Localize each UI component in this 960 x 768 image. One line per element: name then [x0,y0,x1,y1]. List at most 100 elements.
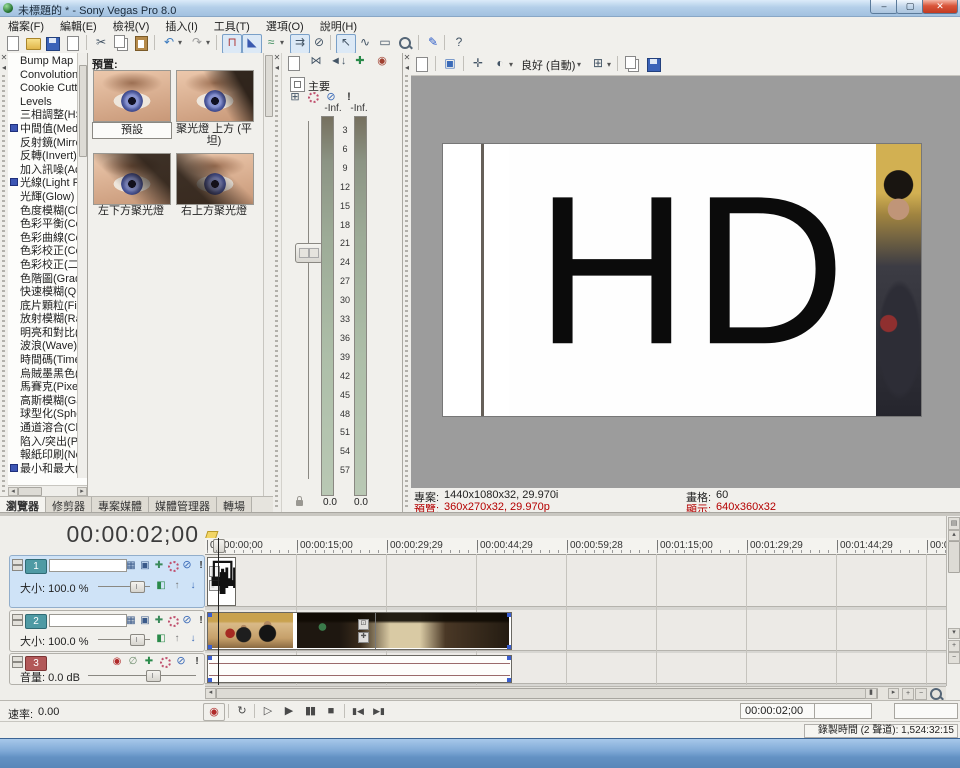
make-compositing-parent-icon[interactable]: ↓ [186,632,200,645]
video-output-fx-icon[interactable]: ✛ [469,55,487,73]
effects-list-item[interactable]: Levels [10,96,78,110]
scrollbar-thumb[interactable] [948,541,960,573]
effects-list-item[interactable]: 最小和最大(M [10,463,78,477]
cut-icon[interactable]: ✂ [92,34,110,52]
ruler-cursor-handle[interactable] [213,539,225,553]
copy-icon[interactable] [112,34,130,52]
close-pane-icon[interactable]: ✕ [403,53,411,62]
paste-icon[interactable] [132,34,150,52]
play-from-start-button[interactable]: ▷ [258,703,278,719]
undo-dropdown-icon[interactable]: ▾ [178,38,182,47]
dock-tab-3[interactable]: 媒體管理器 [149,497,217,513]
zoom-edge-handle[interactable]: ▮ [865,688,877,699]
lock-fader-icon[interactable] [296,500,303,506]
automation-settings-gear-icon[interactable] [158,655,172,668]
track-name-input[interactable] [49,559,127,572]
redo-icon[interactable]: ↷ [188,34,206,52]
effects-list-item[interactable]: 色彩校正(Col [10,245,78,259]
playhead-cursor[interactable] [218,538,219,685]
new-project-icon[interactable] [4,34,22,52]
track-volume-slider[interactable] [88,675,196,676]
preset-label-default[interactable]: 預設 [92,122,172,139]
split-screen-dropdown-icon[interactable]: ▾ [509,60,513,69]
track-motion-icon[interactable]: ▣ [138,559,152,572]
effects-list-item[interactable]: 色度模糊(Ch [10,205,78,219]
video-event-hd[interactable]: HD ⊡ ✚ [207,557,236,606]
effects-list-item[interactable]: 色彩平衡(Col [10,218,78,232]
track-header-1[interactable]: 1 ▦ ▣ ✚ ⊘ ! 大小: 100.0 % ◧ ↑ ↓ [9,555,205,608]
track-header-3[interactable]: 3 ◉ ∅ ✚ ⊘ ! 音量: 0.0 dB [9,653,205,685]
scrollbar-thumb[interactable] [265,55,273,117]
downmix-output-icon[interactable]: ◄↓ [330,54,346,70]
make-compositing-child-icon[interactable]: ↑ [170,632,184,645]
effects-list-item[interactable]: 明亮和對比(B [10,327,78,341]
track-motion-icon[interactable]: ▣ [138,614,152,627]
scrollbar-thumb[interactable] [18,487,42,496]
effects-list-item[interactable]: Convolution [10,69,78,83]
track-minimize-icon[interactable] [12,559,22,571]
save-icon[interactable] [44,34,62,52]
collapse-pane-icon[interactable]: ◂ [0,63,8,72]
ripple-dropdown-icon[interactable]: ▾ [280,38,284,47]
scroll-down-icon[interactable]: ▾ [948,628,960,639]
master-fader-handle[interactable] [295,243,323,263]
slider-thumb[interactable] [146,670,161,682]
effects-list-item[interactable]: 球型化(Sphe [10,408,78,422]
record-bus-icon[interactable]: ◉ [374,54,390,70]
slider-thumb[interactable] [130,634,145,646]
lock-envelopes-icon[interactable]: ⇉ [290,34,310,54]
zoom-out-track-height-icon[interactable]: − [948,652,960,664]
timeline-vscrollbar[interactable]: ▤ ▴ ▾ + − [946,516,960,686]
undo-icon[interactable]: ↶ [160,34,178,52]
pan-fader-icon[interactable]: ⊞ [287,90,303,106]
preview-quality-dropdown[interactable]: 良好 (自動) [521,57,575,73]
effects-list-item[interactable]: 陷入/突出(Pi [10,436,78,450]
maximize-button[interactable]: ▢ [896,0,924,14]
effects-list-item[interactable]: 色彩校正(二 [10,259,78,273]
normal-edit-tool-icon[interactable]: ↖ [336,34,356,54]
track-fx-icon[interactable]: ✚ [152,559,166,572]
auto-ripple-icon[interactable]: ◣ [242,34,262,54]
enable-snapping-icon[interactable]: ⊓ [222,34,242,54]
envelope-icon[interactable]: ≈ [262,34,280,52]
effects-list-item[interactable]: Bump Map [10,55,78,69]
slider-thumb[interactable] [130,581,145,593]
preset-thumbnail-top-right[interactable] [176,153,254,205]
split-screen-view-icon[interactable]: ◐ [491,55,509,73]
zoom-in-track-height-icon[interactable]: + [948,640,960,652]
timeline-timecode-display[interactable]: 00:00:02;00 [66,521,199,548]
mute-icon[interactable]: ⊘ [174,655,188,668]
effects-list-item[interactable]: 報紙印刷(Ne [10,449,78,463]
insert-assignable-fx-icon[interactable]: ✚ [352,54,368,70]
scrollbar-thumb[interactable] [216,688,878,699]
pen-tool-icon[interactable]: ✎ [424,34,442,52]
selection-length-field[interactable] [894,703,958,719]
mute-icon[interactable]: ⊘ [180,559,194,572]
stop-button[interactable]: ■ [321,703,341,719]
record-button[interactable]: ◉ [203,703,225,721]
cursor-timecode-field[interactable]: 00:00:02;00 [740,703,816,719]
master-fader-track[interactable] [308,121,309,479]
dock-tab-2[interactable]: 專案媒體 [92,497,149,513]
loop-playback-button[interactable]: ↻ [232,703,252,719]
zoom-tool-icon[interactable] [396,34,414,52]
save-snapshot-icon[interactable] [645,55,663,73]
make-compositing-parent-icon[interactable]: ↓ [186,579,200,592]
invert-phase-icon[interactable]: ∅ [126,655,140,668]
track-header-2[interactable]: 2 ▦ ▣ ✚ ⊘ ! 大小: 100.0 % ◧ ↑ ↓ [9,610,205,652]
overlay-dropdown-icon[interactable]: ▾ [607,60,611,69]
scroll-right-icon[interactable]: ▸ [77,487,87,496]
effects-list-item[interactable]: 通道溶合(Ch [10,422,78,436]
track-fx-icon[interactable]: ✚ [152,614,166,627]
title-bar[interactable]: 未標題的 * - Sony Vegas Pro 8.0 ‒ ▢ ✕ [0,0,960,17]
copy-snapshot-icon[interactable] [623,55,641,73]
effects-vscrollbar[interactable] [77,53,87,478]
quality-dropdown-icon[interactable]: ▾ [577,60,581,69]
insert-bus-icon[interactable]: ⋈ [308,54,324,70]
collapse-pane-icon[interactable]: ◂ [403,63,411,72]
track-minimize-icon[interactable] [12,656,22,668]
track-minimize-icon[interactable] [12,614,22,626]
mute-icon[interactable]: ⊘ [180,614,194,627]
go-to-start-button[interactable]: ▮◀ [348,703,368,719]
preset-thumbnail-default[interactable] [93,70,171,122]
